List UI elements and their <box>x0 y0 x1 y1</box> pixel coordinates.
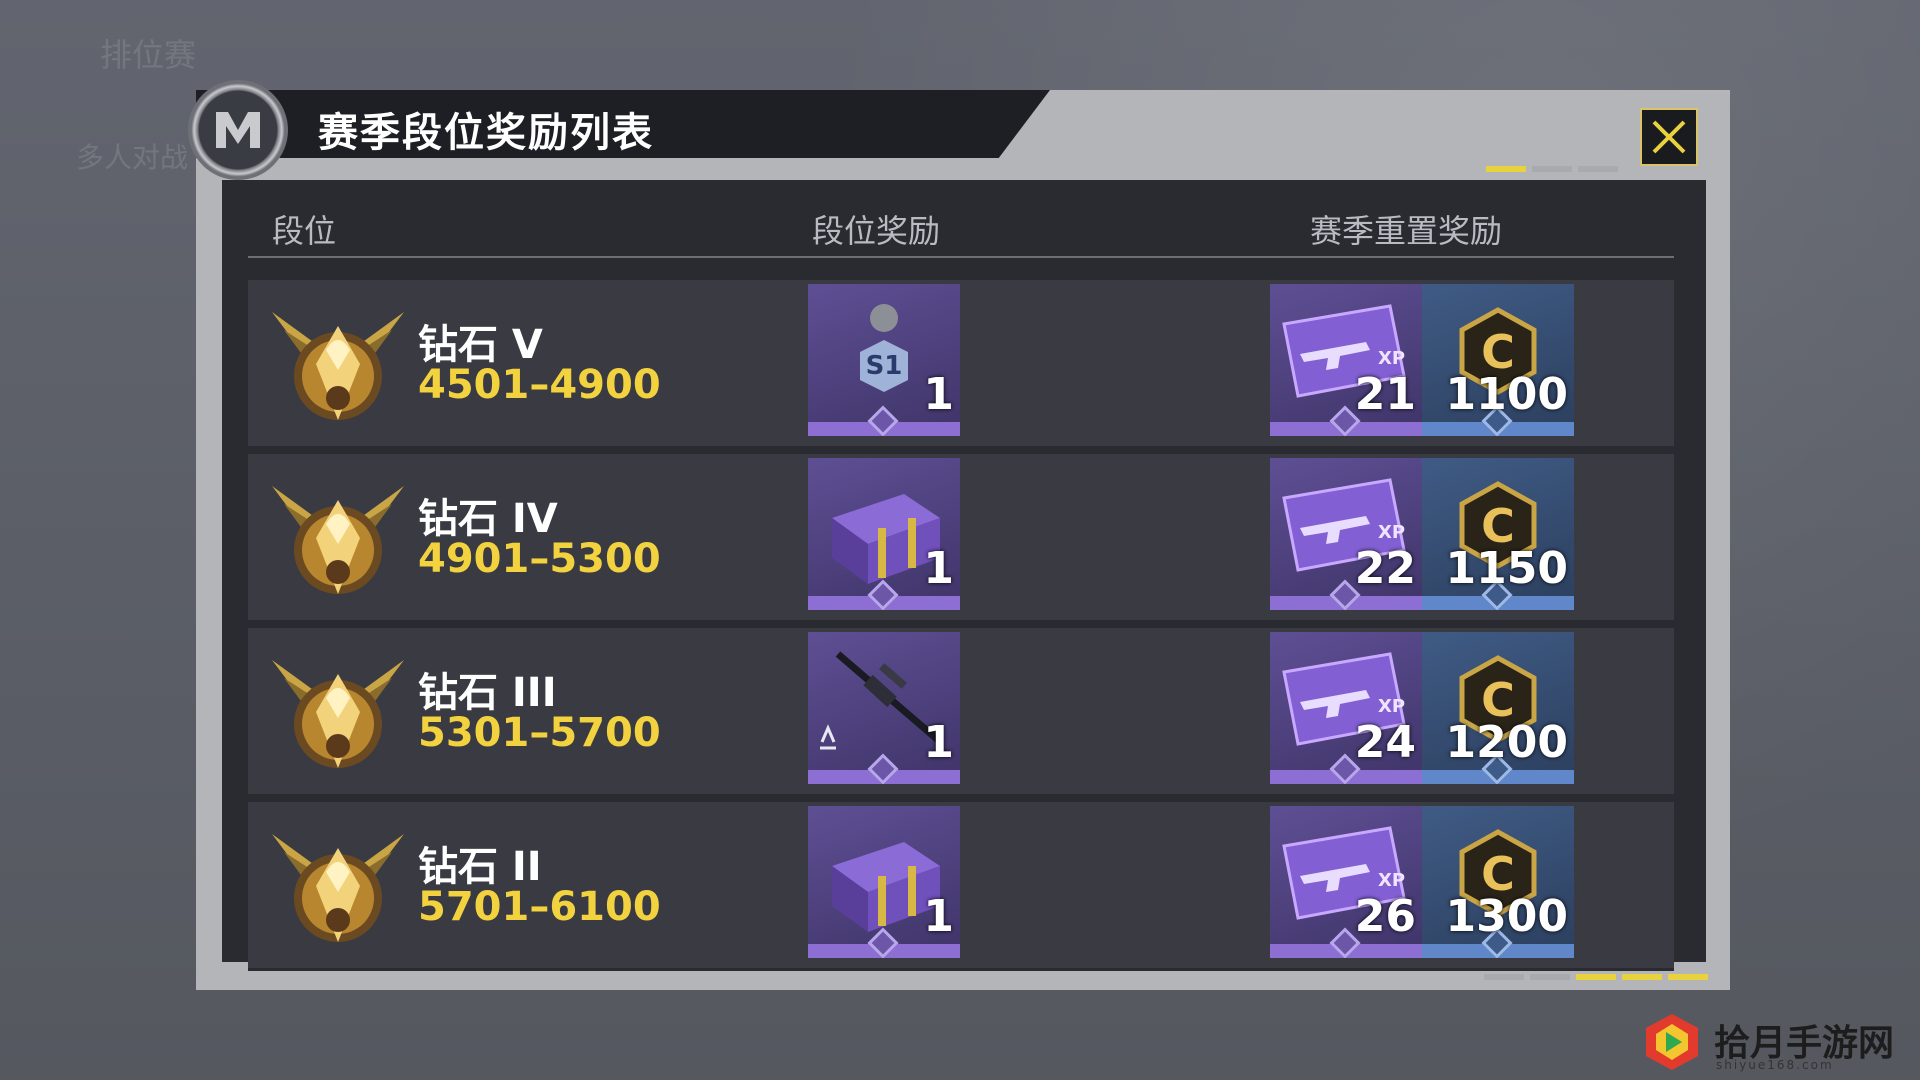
svg-text:S1: S1 <box>866 351 903 381</box>
season-reward-credits[interactable]: C 1300 <box>1422 806 1574 958</box>
page-dot <box>1532 166 1572 172</box>
item-quantity: 1200 <box>1445 717 1568 768</box>
page-indicator-top <box>1486 166 1618 172</box>
rank-score-range: 5701–6100 <box>418 884 661 930</box>
header-season-reward: 赛季重置奖励 <box>1310 212 1503 250</box>
page-dot <box>1622 974 1662 980</box>
rank-badge-icon <box>268 638 408 778</box>
svg-text:XP: XP <box>1378 696 1405 717</box>
page-dot <box>1578 166 1618 172</box>
rank-badge-icon <box>268 812 408 952</box>
page-dot <box>1530 974 1570 980</box>
season-reward-xp-card[interactable]: XP 21 <box>1270 284 1422 436</box>
rank-reward-item[interactable]: 1 <box>808 632 960 784</box>
item-quantity: 1150 <box>1445 543 1568 594</box>
season-reward-xp-card[interactable]: XP 22 <box>1270 458 1422 610</box>
item-quantity: 26 <box>1354 891 1416 942</box>
rank-badge-icon <box>268 290 408 430</box>
rank-score-range: 5301–5700 <box>418 710 661 756</box>
bg-tab-label: 排位赛 <box>100 36 197 74</box>
svg-text:XP: XP <box>1378 870 1405 891</box>
header-divider <box>248 256 1674 258</box>
item-quantity: 22 <box>1354 543 1416 594</box>
rank-badge-icon <box>268 464 408 604</box>
modal-title: 赛季段位奖励列表 <box>318 110 654 156</box>
item-quantity: 1 <box>923 717 954 768</box>
item-quantity: 24 <box>1354 717 1416 768</box>
page-dot <box>1576 974 1616 980</box>
page-indicator-bottom <box>1484 974 1708 980</box>
rank-row: 钻石 II 5701–6100 1 XP 26 C 1300 <box>248 802 1674 971</box>
item-quantity: 21 <box>1354 369 1416 420</box>
page-dot <box>1484 974 1524 980</box>
item-quantity: 1100 <box>1445 369 1568 420</box>
svg-text:XP: XP <box>1378 522 1405 543</box>
season-reward-credits[interactable]: C 1200 <box>1422 632 1574 784</box>
watermark-url: shiyue168.com <box>1716 1058 1834 1072</box>
header-rank-reward: 段位奖励 <box>812 212 941 250</box>
close-button[interactable] <box>1640 108 1698 166</box>
close-icon <box>1652 120 1686 154</box>
rank-row: 钻石 III 5301–5700 1 XP 24 C 1200 <box>248 628 1674 797</box>
season-reward-credits[interactable]: C 1100 <box>1422 284 1574 436</box>
season-reward-xp-card[interactable]: XP 26 <box>1270 806 1422 958</box>
season-reward-credits[interactable]: C 1150 <box>1422 458 1574 610</box>
page-dot <box>1486 166 1526 172</box>
rank-reward-item[interactable]: 1 <box>808 806 960 958</box>
rank-reward-item[interactable]: 1 <box>808 458 960 610</box>
item-quantity: 1 <box>923 369 954 420</box>
rank-score-range: 4501–4900 <box>418 362 661 408</box>
item-quantity: 1300 <box>1445 891 1568 942</box>
svg-text:XP: XP <box>1378 348 1405 369</box>
item-quantity: 1 <box>923 543 954 594</box>
header-rank: 段位 <box>272 212 337 250</box>
page-dot <box>1668 974 1708 980</box>
bg-mode-label: 多人对战 <box>76 141 189 174</box>
game-logo-icon <box>188 80 288 180</box>
season-reward-xp-card[interactable]: XP 24 <box>1270 632 1422 784</box>
rank-score-range: 4901–5300 <box>418 536 661 582</box>
item-quantity: 1 <box>923 891 954 942</box>
rank-row: 钻石 V 4501–4900 S1 1 XP 21 C 1100 <box>248 280 1674 449</box>
rank-reward-item[interactable]: S1 1 <box>808 284 960 436</box>
rank-row: 钻石 IV 4901–5300 1 XP 22 C 1150 <box>248 454 1674 623</box>
